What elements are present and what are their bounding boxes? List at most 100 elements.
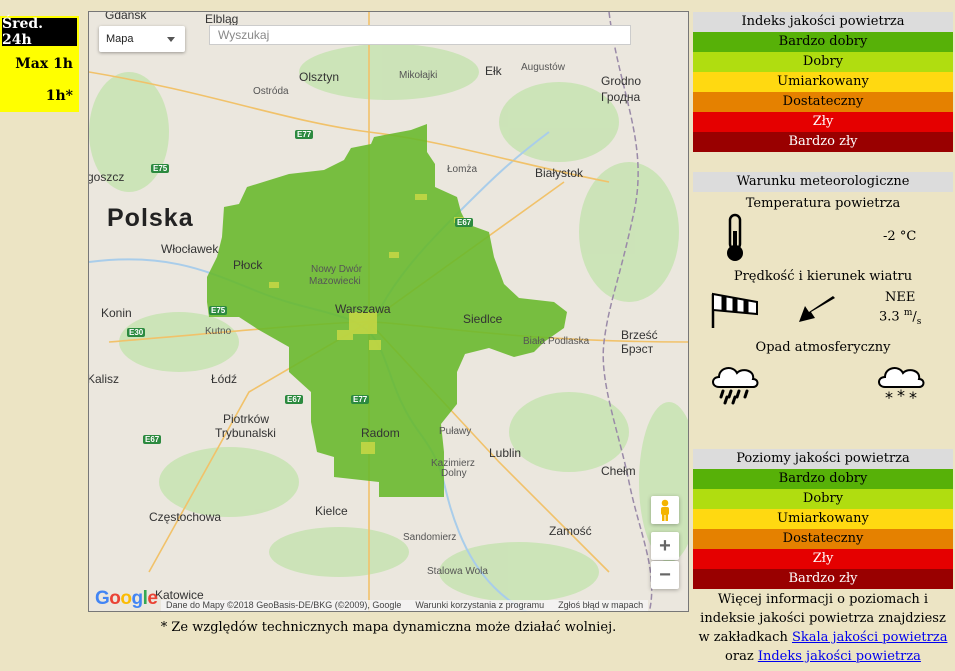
street-view-pegman-icon[interactable] bbox=[651, 496, 679, 524]
map-label-radom: Radom bbox=[361, 426, 400, 440]
air-quality-map[interactable]: Gdańsk Elbląg Olsztyn Ostróda Mikołajki … bbox=[88, 11, 689, 612]
map-label-trybunalski: Trybunalski bbox=[215, 426, 276, 440]
map-label-konin: Konin bbox=[101, 306, 132, 320]
thermometer-icon bbox=[727, 213, 743, 261]
index-level-moderate: Umiarkowany bbox=[693, 72, 953, 92]
wind-row: NEE 3.3 m/s bbox=[693, 284, 953, 336]
map-label-dolny: Dolny bbox=[441, 468, 467, 479]
map-label-ostroda: Ostróda bbox=[253, 86, 289, 97]
map-label-nowy-dwor: Nowy Dwór bbox=[311, 264, 363, 275]
svg-text:*: * bbox=[885, 388, 893, 405]
tab-max-1h[interactable]: Max 1h bbox=[0, 48, 79, 80]
air-quality-scale-link[interactable]: Skala jakości powietrza bbox=[792, 630, 947, 645]
map-label-country: Polska bbox=[107, 204, 194, 232]
windsock-icon bbox=[711, 292, 758, 328]
road-badge: E67 bbox=[455, 218, 474, 227]
report-error-link[interactable]: Zgłoś błąd w mapach bbox=[558, 600, 643, 611]
map-label-plock: Płock bbox=[233, 258, 263, 272]
road-badge: E67 bbox=[285, 395, 304, 404]
map-label-wloclawek: Włocławek bbox=[161, 242, 219, 256]
wind-direction: NEE bbox=[885, 290, 916, 305]
map-type-label: Mapa bbox=[106, 33, 134, 45]
level-very-good: Bardzo dobry bbox=[693, 469, 953, 489]
index-level-sufficient: Dostateczny bbox=[693, 92, 953, 112]
meteo-panel-title: Warunku meteorologiczne bbox=[693, 172, 953, 192]
map-label-warszawa: Warszawa bbox=[335, 302, 391, 316]
map-label-chelm: Chełm bbox=[601, 464, 636, 478]
map-label-zamosc: Zamość bbox=[549, 524, 592, 538]
map-label-stalowa-wola: Stalowa Wola bbox=[427, 566, 488, 577]
temperature-title: Temperatura powietrza bbox=[745, 196, 901, 211]
map-label-elk: Ełk bbox=[485, 64, 502, 78]
road-badge: E67 bbox=[143, 435, 162, 444]
air-quality-index-link[interactable]: Indeks jakości powietrza bbox=[758, 649, 921, 664]
rain-cloud-icon bbox=[712, 367, 759, 405]
google-logo: Google bbox=[95, 588, 158, 609]
map-label-kutno: Kutno bbox=[205, 326, 232, 337]
map-label-olsztyn: Olsztyn bbox=[299, 70, 340, 84]
attribution-data: Dane do Mapy ©2018 GeoBasis-DE/BKG (©200… bbox=[166, 600, 402, 610]
map-label-piotrkow: Piotrków bbox=[223, 412, 270, 426]
road-badge: E77 bbox=[351, 395, 370, 404]
map-note: * Ze względów technicznych mapa dynamicz… bbox=[160, 620, 617, 635]
terms-link[interactable]: Warunki korzystania z programu bbox=[415, 600, 544, 611]
level-moderate: Umiarkowany bbox=[693, 509, 953, 529]
map-label-gdansk: Gdańsk bbox=[105, 11, 147, 22]
map-attribution: Dane do Mapy ©2018 GeoBasis-DE/BKG (©200… bbox=[161, 600, 649, 611]
map-label-brest-cyr: Брэст bbox=[621, 342, 654, 356]
map-label-czestochowa: Częstochowa bbox=[149, 510, 222, 524]
period-tabs: Śred. 24h Max 1h 1h* bbox=[0, 16, 79, 112]
map-label-pulawy: Puławy bbox=[439, 426, 472, 437]
tab-avg-24h[interactable]: Śred. 24h bbox=[0, 16, 79, 48]
wind-arrow-icon bbox=[799, 296, 835, 322]
map-label-lomza: Łomża bbox=[447, 164, 478, 175]
svg-text:*: * bbox=[909, 388, 917, 405]
index-level-very-bad: Bardzo zły bbox=[693, 132, 953, 152]
index-level-very-good: Bardzo dobry bbox=[693, 32, 953, 52]
index-panel-title: Indeks jakości powietrza bbox=[693, 12, 953, 32]
precipitation-title: Opad atmosferyczny bbox=[755, 340, 891, 355]
road-badge: E75 bbox=[209, 306, 228, 315]
zoom-in-button[interactable]: + bbox=[651, 532, 679, 560]
wind-speed: 3.3 m/s bbox=[879, 308, 922, 327]
map-label-lodz: Łódź bbox=[211, 372, 238, 386]
level-very-bad: Bardzo zły bbox=[693, 569, 953, 589]
temperature-value: -2 °C bbox=[883, 229, 917, 244]
map-label-kielce: Kielce bbox=[315, 504, 348, 518]
map-label-mikolajki: Mikołajki bbox=[399, 70, 438, 81]
tab-1h[interactable]: 1h* bbox=[0, 80, 79, 112]
road-badge: E77 bbox=[295, 130, 314, 139]
zoom-out-button[interactable]: − bbox=[651, 561, 679, 589]
road-badge: E75 bbox=[151, 164, 170, 173]
map-label-augustow: Augustów bbox=[521, 62, 565, 73]
map-label-mazowiecki: Mazowiecki bbox=[309, 276, 361, 287]
precipitation-row: * * * bbox=[693, 355, 953, 415]
map-label-grodno-cyr: Гродна bbox=[601, 90, 641, 104]
chevron-down-icon bbox=[167, 37, 175, 42]
map-type-select[interactable]: Mapa bbox=[99, 26, 185, 52]
level-sufficient: Dostateczny bbox=[693, 529, 953, 549]
map-label-biala: Biała Podlaska bbox=[523, 336, 590, 347]
map-label-lublin: Lublin bbox=[489, 446, 522, 460]
more-info-line4: oraz Indeks jakości powietrza bbox=[725, 649, 921, 664]
level-bad: Zły bbox=[693, 549, 953, 569]
index-level-bad: Zły bbox=[693, 112, 953, 132]
meteo-panel: Warunku meteorologiczne Temperatura powi… bbox=[693, 172, 953, 432]
snow-cloud-icon: * * * bbox=[878, 367, 925, 405]
map-label-kalisz: Kalisz bbox=[88, 372, 120, 386]
wind-title: Prędkość i kierunek wiatru bbox=[733, 269, 913, 284]
more-info-line3: w zakładkach Skala jakości powietrza bbox=[698, 630, 948, 645]
map-label-bydgoszcz: goszcz bbox=[88, 170, 125, 184]
temperature-row: -2 °C bbox=[693, 211, 953, 265]
levels-panel-title: Poziomy jakości powietrza bbox=[693, 449, 953, 469]
more-info-line1: Więcej informacji o poziomach i bbox=[717, 592, 929, 607]
levels-panel: Poziomy jakości powietrza Bardzo dobry D… bbox=[693, 449, 953, 589]
road-badge: E30 bbox=[127, 328, 146, 337]
map-label-elblag: Elbląg bbox=[205, 12, 239, 26]
more-info-line2: indeksie jakości powietrza znajdziesz bbox=[700, 611, 946, 626]
level-good: Dobry bbox=[693, 489, 953, 509]
more-info: Więcej informacji o poziomach i indeksie… bbox=[693, 590, 953, 666]
map-label-siedlce: Siedlce bbox=[463, 312, 503, 326]
map-search-input[interactable]: Wyszukaj bbox=[209, 25, 631, 45]
map-label-bialystok: Białystok bbox=[535, 166, 584, 180]
